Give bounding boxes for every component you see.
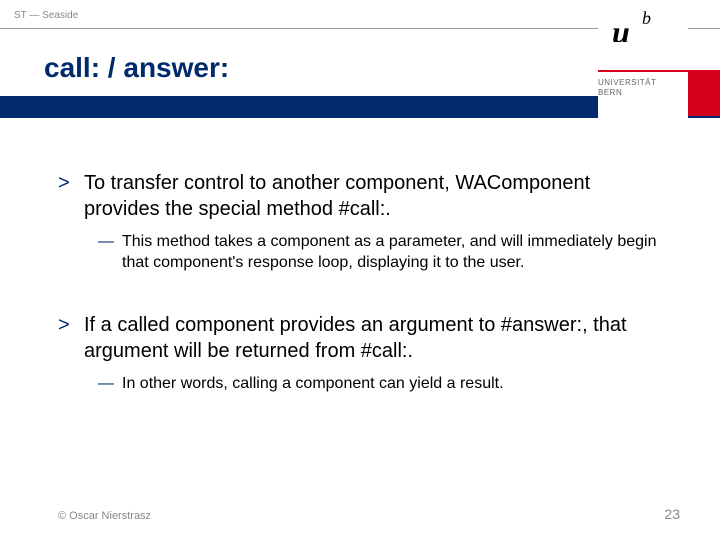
bullet-level2: — In other words, calling a component ca… xyxy=(98,374,658,395)
bullet-marker: — xyxy=(98,374,122,395)
slide: ST — Seaside call: / answer: u b UNIVERS… xyxy=(0,0,720,540)
bullet-text: To transfer control to another component… xyxy=(84,170,658,222)
logo-uni-line1: UNIVERSITÄT xyxy=(598,78,656,87)
bullet-level1: > To transfer control to another compone… xyxy=(58,170,658,222)
logo-white-strip xyxy=(598,42,688,70)
course-tag: ST — Seaside xyxy=(14,10,78,21)
bullet-level2: — This method takes a component as a par… xyxy=(98,232,658,274)
spacer xyxy=(58,282,658,312)
slide-title: call: / answer: xyxy=(44,52,229,84)
slide-body: > To transfer control to another compone… xyxy=(58,170,658,402)
bullet-marker: — xyxy=(98,232,122,274)
logo-university-text: UNIVERSITÄT BERN xyxy=(598,78,688,97)
logo-red-strip xyxy=(598,70,688,72)
bullet-text: In other words, calling a component can … xyxy=(122,374,504,395)
logo-letter-b: b xyxy=(642,8,651,29)
footer-copyright: © Oscar Nierstrasz xyxy=(58,510,151,522)
bullet-marker: > xyxy=(58,170,84,222)
bullet-level1: > If a called component provides an argu… xyxy=(58,312,658,364)
page-number: 23 xyxy=(664,506,680,522)
logo-uni-line2: BERN xyxy=(598,88,622,97)
red-side-accent xyxy=(688,70,720,116)
bullet-text: If a called component provides an argume… xyxy=(84,312,658,364)
bullet-text: This method takes a component as a param… xyxy=(122,232,658,274)
bullet-marker: > xyxy=(58,312,84,364)
university-logo: u b UNIVERSITÄT BERN xyxy=(598,0,688,128)
